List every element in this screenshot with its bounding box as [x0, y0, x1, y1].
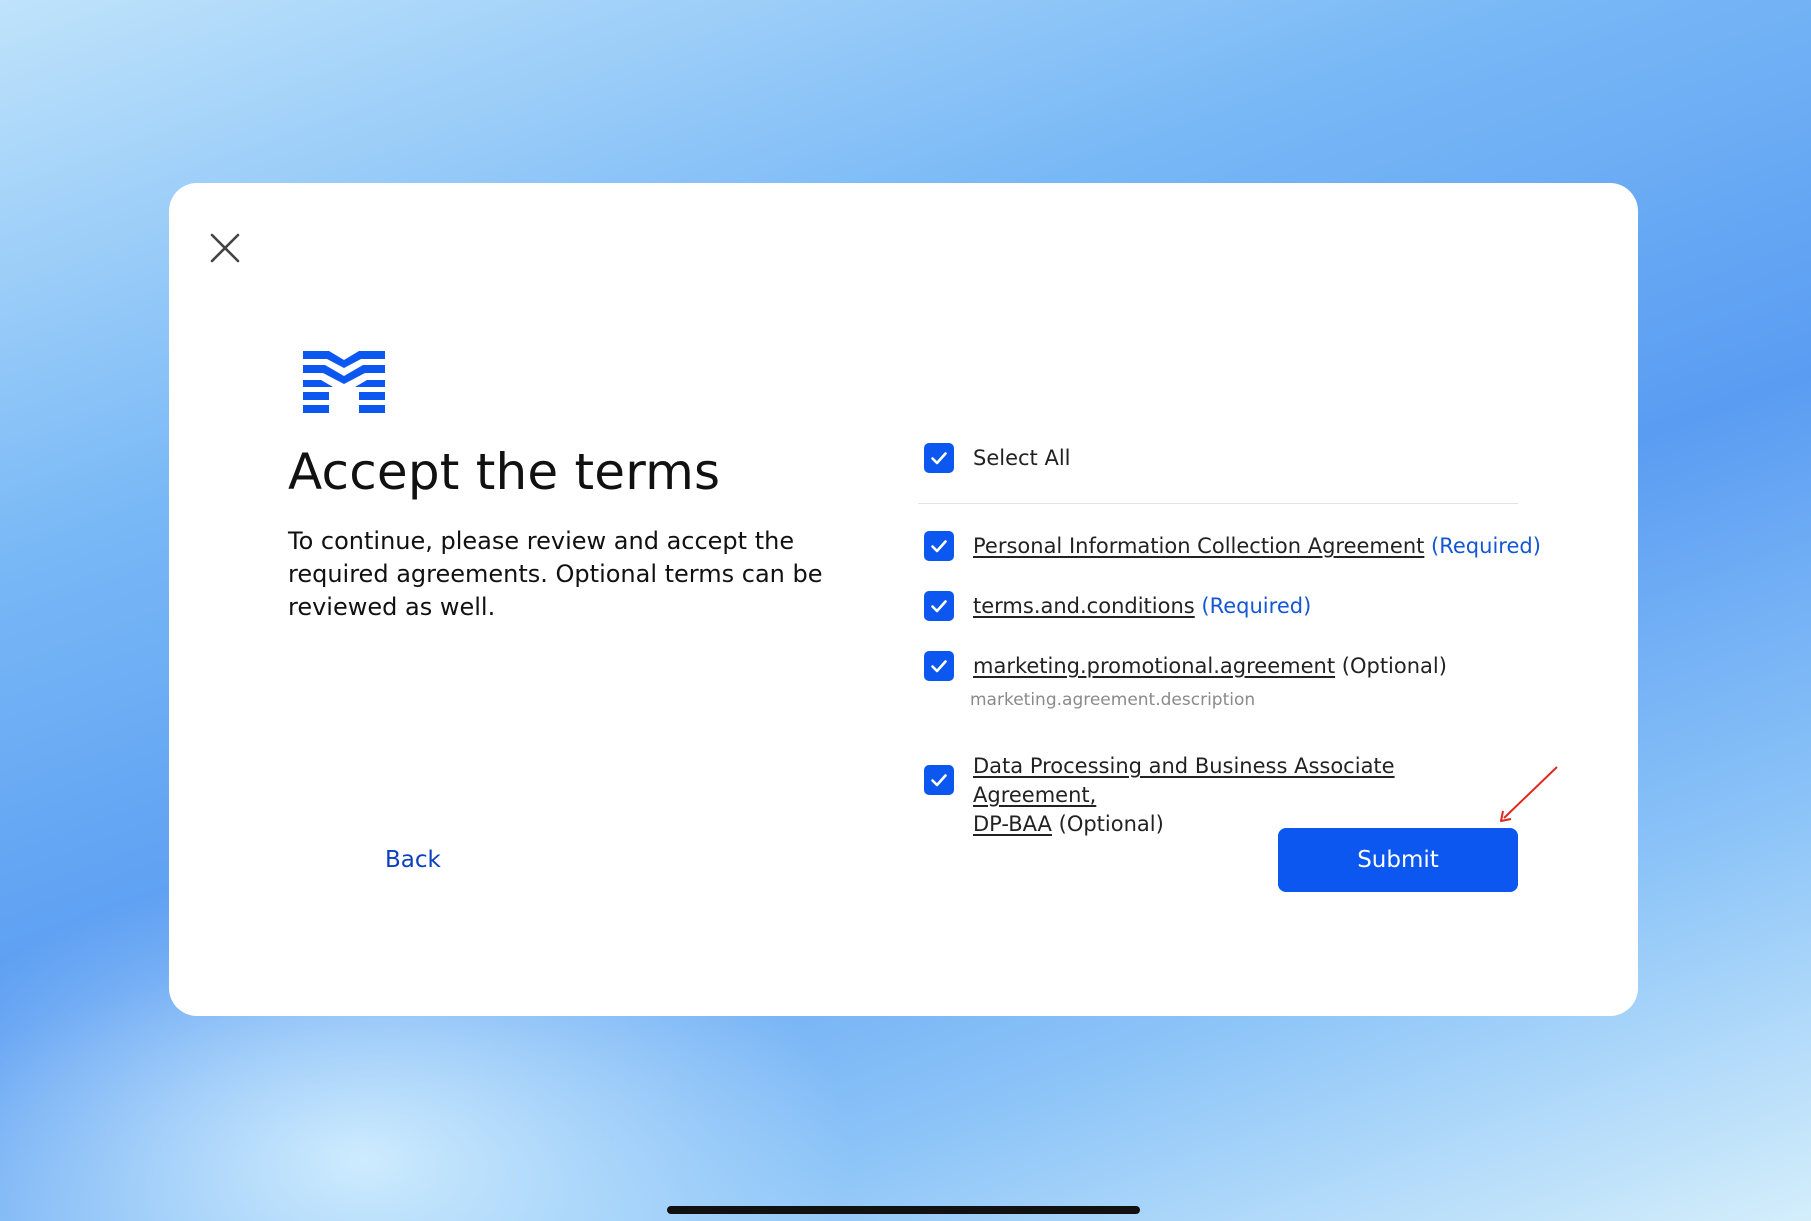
brand-logo-icon [303, 351, 385, 413]
optional-tag: (Optional) [1341, 654, 1447, 678]
checkmark-icon [931, 452, 947, 465]
dpbaa-row: Data Processing and Business Associate A… [973, 752, 1513, 839]
terms-conditions-link[interactable]: terms.and.conditions [973, 594, 1195, 618]
close-icon [210, 233, 240, 263]
page-title: Accept the terms [288, 443, 721, 501]
checkmark-icon [931, 774, 947, 787]
dpbaa-agreement-link[interactable]: Data Processing and Business Associate A… [973, 754, 1395, 807]
marketing-agreement-link[interactable]: marketing.promotional.agreement [973, 654, 1335, 678]
checkmark-icon [931, 540, 947, 553]
dpbaa-abbrev-link[interactable]: DP-BAA [973, 812, 1052, 836]
submit-button[interactable]: Submit [1278, 828, 1518, 892]
terms-conditions-checkbox[interactable] [924, 591, 954, 621]
divider [918, 503, 1518, 504]
select-all-label: Select All [973, 446, 1071, 470]
marketing-row: marketing.promotional.agreement (Optiona… [973, 652, 1447, 681]
close-button[interactable] [205, 228, 245, 268]
personal-info-checkbox[interactable] [924, 531, 954, 561]
home-indicator[interactable] [667, 1206, 1140, 1214]
checkmark-icon [931, 600, 947, 613]
terms-modal: Accept the terms To continue, please rev… [169, 183, 1638, 1016]
back-button[interactable]: Back [385, 847, 441, 873]
required-tag: (Required) [1201, 594, 1312, 618]
marketing-checkbox[interactable] [924, 651, 954, 681]
terms-conditions-row: terms.and.conditions (Required) [973, 592, 1311, 621]
optional-tag: (Optional) [1058, 812, 1164, 836]
personal-info-row: Personal Information Collection Agreemen… [973, 532, 1541, 561]
select-all-checkbox[interactable] [924, 443, 954, 473]
required-tag: (Required) [1431, 534, 1541, 558]
marketing-description: marketing.agreement.description [970, 690, 1256, 710]
checkmark-icon [931, 660, 947, 673]
personal-info-agreement-link[interactable]: Personal Information Collection Agreemen… [973, 534, 1424, 558]
page-description: To continue, please review and accept th… [288, 527, 823, 621]
dpbaa-checkbox[interactable] [924, 765, 954, 795]
